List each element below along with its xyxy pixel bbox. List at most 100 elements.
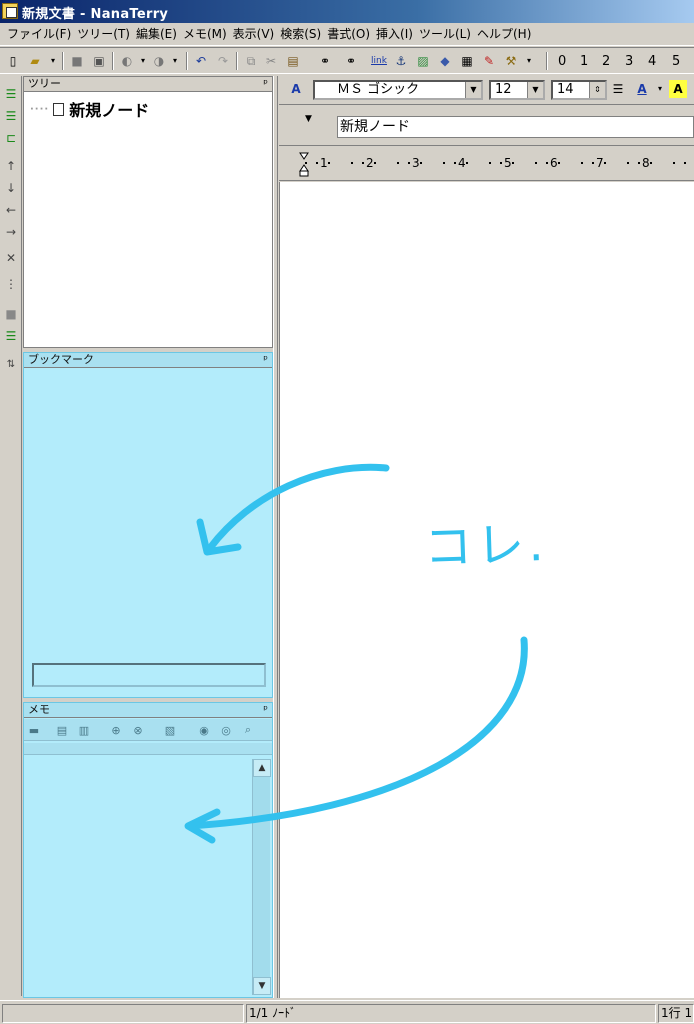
indent-marker-icon[interactable]: [299, 151, 309, 177]
move-right-icon[interactable]: →: [3, 224, 19, 240]
object-icon[interactable]: ◆: [436, 52, 454, 70]
ruler-label: 8: [642, 156, 650, 170]
ruler-tick: [488, 162, 491, 164]
link-icon[interactable]: link: [370, 52, 388, 70]
font-name-select[interactable]: ＭＳ ゴシック ▼: [313, 80, 483, 100]
move-down-icon[interactable]: ↓: [3, 180, 19, 196]
bookmark-input[interactable]: [32, 663, 266, 687]
menu-insert[interactable]: 挿入(I): [373, 25, 416, 43]
bookmark-list[interactable]: [24, 369, 272, 659]
bookmark-panel: ブックマーク ᵖ: [23, 352, 273, 698]
menu-view[interactable]: 表示(V): [230, 25, 278, 43]
open-dropdown-icon[interactable]: ▾: [44, 52, 62, 70]
memo-link-icon[interactable]: ▧: [162, 722, 178, 738]
editor-area[interactable]: [279, 182, 694, 998]
save-icon[interactable]: ■: [68, 52, 86, 70]
tree-node[interactable]: ···· 新規ノード: [30, 97, 149, 121]
menu-search[interactable]: 検索(S): [277, 25, 324, 43]
chevron-down-icon[interactable]: ▼: [465, 82, 481, 98]
spinner-arrows-icon[interactable]: ⇕: [589, 82, 605, 98]
image-icon[interactable]: ▨: [414, 52, 432, 70]
toggle-icon[interactable]: ☰: [3, 328, 19, 344]
collapse-icon[interactable]: ■: [3, 306, 19, 322]
memo-delete-icon[interactable]: ⊗: [130, 722, 146, 738]
pin-icon[interactable]: ᵖ: [263, 77, 268, 91]
paste-icon[interactable]: ▤: [284, 52, 302, 70]
menu-memo[interactable]: メモ(M): [180, 25, 230, 43]
ruler-tick: [396, 162, 399, 164]
copy-icon[interactable]: ⧉: [242, 52, 260, 70]
chevron-down-icon[interactable]: ▼: [527, 82, 543, 98]
memo-new-icon[interactable]: ▤: [54, 722, 70, 738]
scroll-up-icon[interactable]: ▲: [253, 759, 271, 777]
pin-icon[interactable]: ᵖ: [263, 353, 268, 367]
sort-icon[interactable]: ⇅: [3, 356, 19, 372]
tools-icon[interactable]: ⚒: [502, 52, 520, 70]
add-sibling-icon[interactable]: ☰: [3, 108, 19, 124]
memo-down-icon[interactable]: ◎: [218, 722, 234, 738]
memo-text-area[interactable]: [24, 757, 250, 997]
memo-add-icon[interactable]: ⊕: [108, 722, 124, 738]
heading-level-0[interactable]: 0: [558, 54, 566, 69]
ruler-tick: [580, 162, 583, 164]
font-color-icon[interactable]: A: [633, 80, 651, 98]
app-icon[interactable]: [2, 3, 18, 19]
memo-edit-icon[interactable]: ▥: [76, 722, 92, 738]
memo-up-icon[interactable]: ◉: [196, 722, 212, 738]
menu-tree[interactable]: ツリー(T): [74, 25, 133, 43]
add-child-icon[interactable]: ⊏: [3, 130, 19, 146]
pin-icon[interactable]: ✎: [480, 52, 498, 70]
find-icon[interactable]: ⚭: [316, 52, 334, 70]
tools-dropdown-icon[interactable]: ▾: [520, 52, 538, 70]
replace-icon[interactable]: ⚭: [342, 52, 360, 70]
open-folder-icon[interactable]: ▰: [26, 52, 44, 70]
add-node-icon[interactable]: ☰: [3, 86, 19, 102]
main-toolbar: ▯ ▰ ▾ ■ ▣ ◐ ▾ ◑ ▾ ↶ ↷ ⧉ ✂ ▤ ⚭ ⚭ link ⚓ ▨…: [0, 47, 694, 74]
undo-icon[interactable]: ↶: [192, 52, 210, 70]
memo-scrollbar[interactable]: ▲ ▼: [252, 759, 271, 995]
list-icon[interactable]: ☰: [609, 80, 627, 98]
menu-format[interactable]: 書式(O): [324, 25, 373, 43]
heading-level-5[interactable]: 5: [672, 54, 680, 69]
new-document-icon[interactable]: ▯: [4, 52, 22, 70]
memo-search-icon[interactable]: ⌕: [240, 722, 256, 738]
heading-level-2[interactable]: 2: [602, 54, 610, 69]
ruler-tick: [304, 162, 307, 164]
redo-icon[interactable]: ↷: [214, 52, 232, 70]
node-title-input[interactable]: 新規ノード: [337, 116, 694, 138]
ruler[interactable]: 1 2 3 4 5 6 7 8: [279, 147, 694, 181]
menu-edit[interactable]: 編集(E): [133, 25, 180, 43]
memo-toggle-icon[interactable]: ▬: [26, 722, 42, 738]
chevron-down-icon[interactable]: ▼: [305, 114, 312, 124]
move-left-icon[interactable]: ←: [3, 202, 19, 218]
font-size-select[interactable]: 12 ▼: [489, 80, 545, 100]
panel-splitter[interactable]: [273, 76, 278, 998]
heading-level-4[interactable]: 4: [648, 54, 656, 69]
menu-file[interactable]: ファイル(F): [4, 25, 74, 43]
save-all-icon[interactable]: ▣: [90, 52, 108, 70]
heading-level-1[interactable]: 1: [580, 54, 588, 69]
forward-dropdown-icon[interactable]: ▾: [166, 52, 184, 70]
menu-help[interactable]: ヘルプ(H): [474, 25, 534, 43]
menu-tools[interactable]: ツール(L): [416, 25, 474, 43]
delete-node-icon[interactable]: ✕: [3, 250, 19, 266]
heading-level-3[interactable]: 3: [625, 54, 633, 69]
move-up-icon[interactable]: ↑: [3, 158, 19, 174]
ruler-tick: [557, 162, 560, 164]
size-spinner[interactable]: 14 ⇕: [551, 80, 607, 100]
node-doc-icon: [53, 102, 65, 116]
font-color-dropdown-icon[interactable]: ▾: [651, 80, 669, 98]
style-icon[interactable]: A: [287, 80, 305, 98]
table-icon[interactable]: ▦: [458, 52, 476, 70]
highlight-color-icon[interactable]: A: [669, 80, 687, 98]
title-bar[interactable]: 新規文書 - NanaTerry: [0, 0, 694, 23]
scroll-down-icon[interactable]: ▼: [253, 977, 271, 995]
pin-icon[interactable]: ᵖ: [263, 703, 268, 717]
expand-tree-icon[interactable]: ⋮: [3, 276, 19, 292]
cut-icon[interactable]: ✂: [262, 52, 280, 70]
font-size-value: 12: [495, 82, 512, 97]
window-title: 新規文書 - NanaTerry: [22, 7, 169, 22]
ruler-tick: [626, 162, 629, 164]
ruler-tick: [672, 162, 675, 164]
anchor-icon[interactable]: ⚓: [392, 52, 410, 70]
